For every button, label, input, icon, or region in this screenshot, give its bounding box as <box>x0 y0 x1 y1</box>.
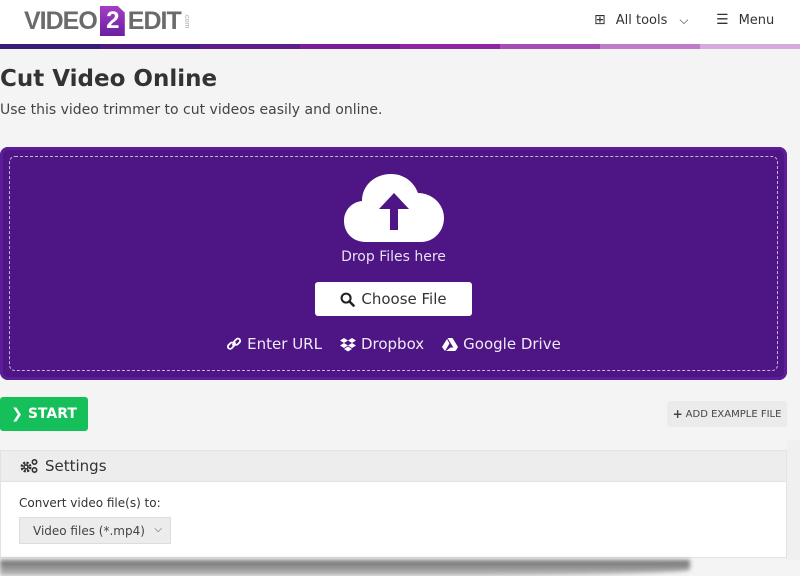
settings-title: Settings <box>45 457 107 475</box>
google-drive-icon <box>442 337 459 351</box>
upload-sources: Enter URL Dropbox Google Drive <box>0 335 787 353</box>
logo-suffix: .com <box>182 13 190 29</box>
choose-file-button[interactable]: Choose File <box>315 282 472 316</box>
header-color-stripe <box>0 44 800 49</box>
page-subtitle: Use this video trimmer to cut videos eas… <box>0 102 383 118</box>
page-title: Cut Video Online <box>0 66 218 92</box>
chevron-down-icon: ⌵ <box>154 524 162 535</box>
drop-files-text: Drop Files here <box>341 249 446 265</box>
all-tools-label: All tools <box>615 12 668 28</box>
chevron-right-icon: ❯ <box>11 406 23 422</box>
google-drive-link[interactable]: Google Drive <box>442 335 561 353</box>
convert-label: Convert video file(s) to: <box>19 496 161 510</box>
stripe-segment-7 <box>700 44 800 49</box>
chevron-down-icon: ⌵ <box>679 12 689 27</box>
grid-icon: ⊞ <box>594 12 606 28</box>
dropbox-label: Dropbox <box>360 335 425 353</box>
menu-label: Menu <box>738 12 775 28</box>
page-edge <box>787 440 800 560</box>
google-drive-label: Google Drive <box>463 335 561 353</box>
all-tools-button[interactable]: ⊞ All tools ⌵ <box>594 0 688 40</box>
dropbox-icon <box>339 337 356 351</box>
choose-file-label: Choose File <box>361 290 447 308</box>
stripe-segment-0 <box>0 44 100 49</box>
logo-text-right: EDIT <box>127 6 182 35</box>
start-label: START <box>27 406 77 422</box>
stripe-segment-2 <box>200 44 300 49</box>
enter-url-label: Enter URL <box>247 335 322 353</box>
stripe-segment-4 <box>400 44 500 49</box>
logo-badge: 2 <box>99 6 125 36</box>
add-example-label: ADD EXAMPLE FILE <box>685 408 782 420</box>
settings-header[interactable]: Settings <box>0 450 787 482</box>
format-selected-value: Video files (*.mp4) <box>33 523 145 538</box>
format-select[interactable]: Video files (*.mp4) ⌵ <box>19 517 171 544</box>
start-button[interactable]: ❯ START <box>0 397 88 431</box>
stripe-segment-1 <box>100 44 200 49</box>
enter-url-link[interactable]: Enter URL <box>226 335 322 353</box>
add-example-file-button[interactable]: + ADD EXAMPLE FILE <box>667 401 787 427</box>
search-icon <box>340 292 356 307</box>
stripe-segment-5 <box>500 44 600 49</box>
stripe-segment-3 <box>300 44 400 49</box>
cloud-upload-icon <box>344 174 444 242</box>
dropbox-link[interactable]: Dropbox <box>339 335 425 353</box>
gears-icon <box>20 458 38 474</box>
site-header: VIDEO 2 EDIT .com ⊞ All tools ⌵ ☰ Menu <box>0 0 800 46</box>
link-icon <box>227 337 242 350</box>
logo-text-left: VIDEO <box>24 6 98 35</box>
panel-shadow <box>0 560 690 576</box>
logo[interactable]: VIDEO 2 EDIT .com <box>24 5 190 37</box>
menu-button[interactable]: ☰ Menu <box>716 0 774 40</box>
settings-panel: Convert video file(s) to: Video files (*… <box>0 482 787 558</box>
plus-icon: + <box>672 407 683 421</box>
hamburger-icon: ☰ <box>716 12 729 28</box>
stripe-segment-6 <box>600 44 700 49</box>
